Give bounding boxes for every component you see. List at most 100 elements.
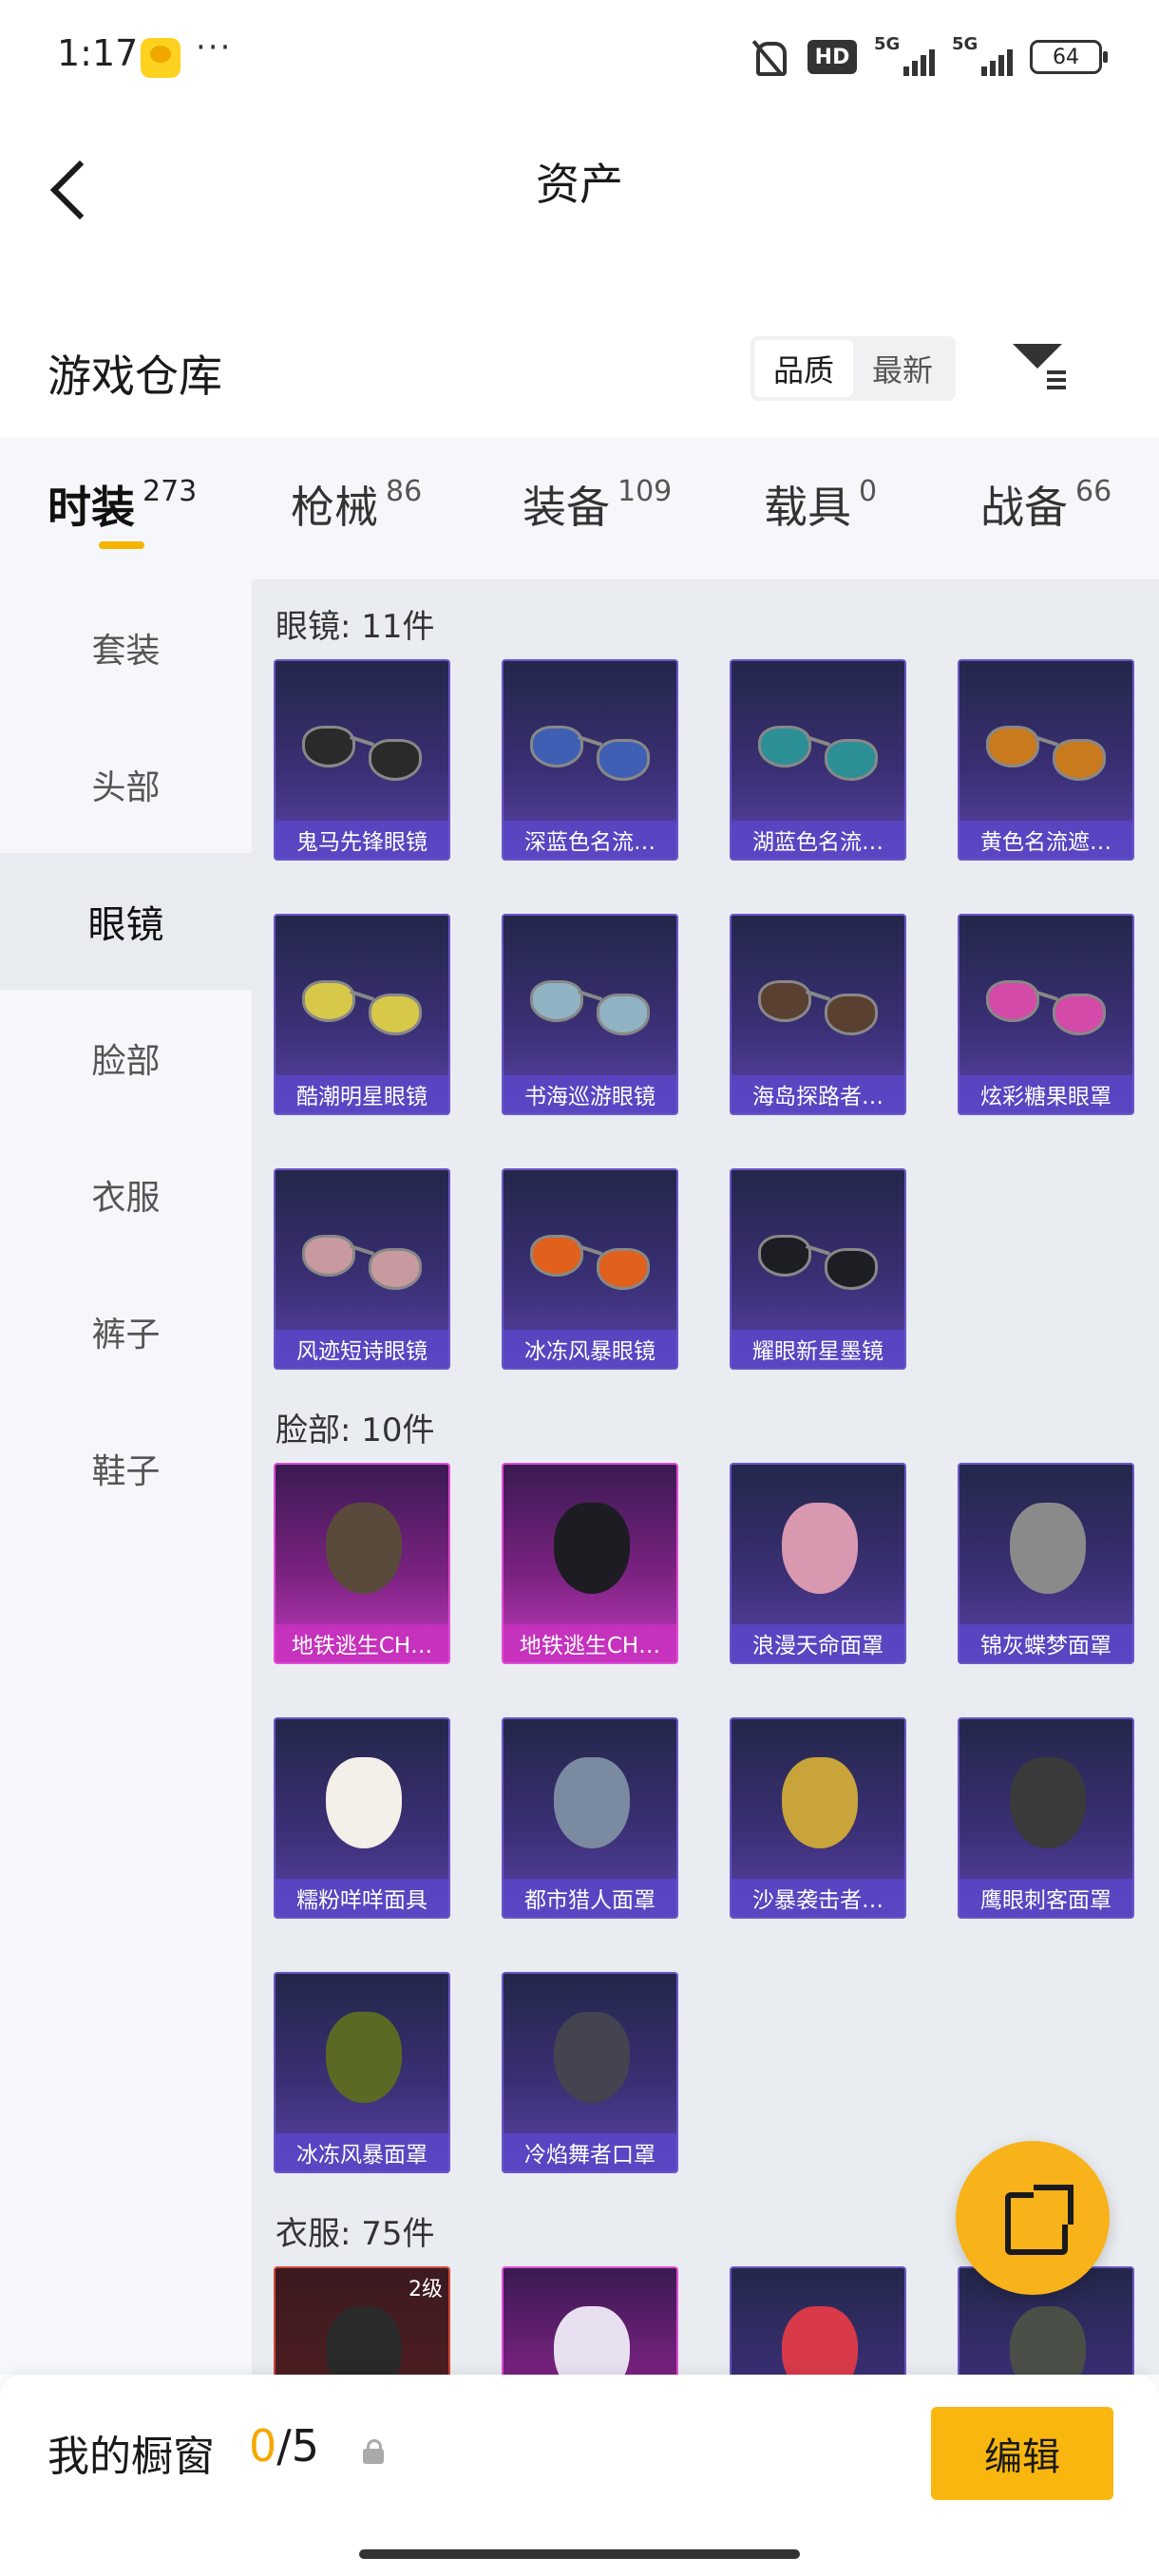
tab-count: 66 (1075, 475, 1112, 508)
item-name: 耀眼新星墨镜 (732, 1330, 904, 1368)
mask-icon (316, 1493, 411, 1607)
item-name: 海岛探路者… (732, 1075, 904, 1113)
item-name: 沙暴袭击者… (732, 1879, 904, 1917)
item-card[interactable]: 锦灰蝶梦面罩 (958, 1463, 1134, 1664)
tab-count: 273 (142, 475, 198, 508)
item-card[interactable]: 都市猎人面罩 (502, 1717, 678, 1919)
edit-button[interactable]: 编辑 (931, 2407, 1113, 2500)
item-name: 鬼马先锋眼镜 (276, 821, 448, 859)
sidebar-item-glasses[interactable]: 眼镜 (0, 853, 252, 990)
item-card[interactable]: 书海巡游眼镜 (502, 914, 678, 1115)
sidebar-item-face[interactable]: 脸部 (0, 990, 252, 1127)
item-name: 都市猎人面罩 (504, 1879, 676, 1917)
item-card[interactable] (502, 2266, 678, 2375)
page-title: 资产 (536, 159, 623, 210)
sort-newest-button[interactable]: 最新 (853, 340, 952, 397)
app-notification-icon (141, 38, 180, 78)
item-card[interactable]: 浪漫天命面罩 (730, 1463, 906, 1664)
outfit-icon (1000, 2297, 1095, 2375)
sidebar: 套装 头部 眼镜 脸部 衣服 裤子 鞋子 (0, 579, 252, 2375)
item-card[interactable]: 黄色名流遮… (958, 659, 1134, 861)
item-card[interactable]: 深蓝色名流… (502, 659, 678, 861)
item-name: 糯粉咩咩面具 (276, 1879, 448, 1917)
item-card[interactable]: 海岛探路者… (730, 914, 906, 1115)
item-card[interactable]: 2级 (274, 2266, 450, 2375)
item-card[interactable]: 冷焰舞者口罩 (502, 1972, 678, 2173)
hd-icon: HD (808, 40, 857, 74)
tab-label: 战备 (980, 482, 1068, 533)
tab-fashion[interactable]: 时装 273 (48, 473, 197, 536)
group-title-face: 脸部: 10件 (276, 1411, 435, 1449)
outfit-icon (544, 2297, 639, 2375)
group-title-clothes: 衣服: 75件 (276, 2215, 435, 2253)
sidebar-item-pants[interactable]: 裤子 (0, 1263, 252, 1400)
tab-count: 109 (618, 475, 673, 508)
filter-icon[interactable] (1009, 338, 1070, 395)
item-name: 冰冻风暴面罩 (276, 2133, 448, 2171)
status-time: 1:17 (57, 32, 139, 74)
item-card[interactable]: 冰冻风暴面罩 (274, 1972, 450, 2173)
item-card[interactable] (730, 2266, 906, 2375)
glasses-icon (300, 1225, 428, 1292)
item-card[interactable]: 冰冻风暴眼镜 (502, 1168, 678, 1370)
network-label: 5G (952, 34, 978, 54)
mask-icon (316, 1748, 411, 1862)
item-card[interactable]: 风迹短诗眼镜 (274, 1168, 450, 1370)
sidebar-item-clothes[interactable]: 衣服 (0, 1127, 252, 1263)
glasses-icon (300, 971, 428, 1037)
home-indicator (359, 2549, 800, 2559)
item-level-badge: 2级 (408, 2278, 443, 2301)
showcase-count-current: 0 (249, 2420, 277, 2472)
item-name: 冷焰舞者口罩 (504, 2133, 676, 2171)
item-card[interactable]: 糯粉咩咩面具 (274, 1717, 450, 1919)
tab-firearms[interactable]: 枪械 86 (291, 473, 422, 536)
item-name: 炫彩糖果眼罩 (960, 1075, 1132, 1113)
outfit-icon (316, 2297, 411, 2375)
item-name: 地铁逃生CH… (276, 1624, 448, 1662)
item-card[interactable]: 湖蓝色名流… (730, 659, 906, 861)
glasses-icon (756, 971, 884, 1037)
item-name: 风迹短诗眼镜 (276, 1330, 448, 1368)
tab-equipment[interactable]: 装备 109 (522, 473, 672, 536)
tab-vehicles[interactable]: 载具 0 (764, 473, 877, 536)
item-name: 冰冻风暴眼镜 (504, 1330, 676, 1368)
showcase-count-total: /5 (276, 2420, 320, 2472)
share-button[interactable] (956, 2141, 1110, 2295)
sort-quality-button[interactable]: 品质 (754, 340, 853, 397)
item-card[interactable]: 鹰眼刺客面罩 (958, 1717, 1134, 1919)
sidebar-item-outfit[interactable]: 套装 (0, 579, 252, 716)
warehouse-title: 游戏仓库 (48, 350, 222, 402)
item-name: 酷潮明星眼镜 (276, 1075, 448, 1113)
item-card[interactable]: 沙暴袭击者… (730, 1717, 906, 1919)
sidebar-item-head[interactable]: 头部 (0, 716, 252, 853)
mask-icon (544, 1493, 639, 1607)
mask-icon (544, 2002, 639, 2116)
item-name: 鹰眼刺客面罩 (960, 1879, 1132, 1917)
glasses-icon (984, 971, 1112, 1037)
item-grid: 眼镜: 11件 鬼马先锋眼镜 深蓝色名流… 湖蓝色名流… 黄色名流遮… 酷潮明星眼镜 书海… (252, 579, 1159, 2375)
mask-icon (1000, 1748, 1095, 1862)
signal-icon: 5G (874, 34, 935, 76)
item-card[interactable]: 地铁逃生CH… (502, 1463, 678, 1664)
item-name: 地铁逃生CH… (504, 1624, 676, 1662)
item-card[interactable]: 耀眼新星墨镜 (730, 1168, 906, 1370)
mask-icon (772, 1748, 867, 1862)
glasses-icon (984, 716, 1112, 783)
network-label: 5G (874, 34, 901, 54)
active-tab-indicator (99, 541, 144, 549)
item-card[interactable]: 鬼马先锋眼镜 (274, 659, 450, 861)
mask-icon (1000, 1493, 1095, 1607)
item-name: 书海巡游眼镜 (504, 1075, 676, 1113)
sidebar-item-shoes[interactable]: 鞋子 (0, 1400, 252, 1537)
tab-label: 时装 (48, 482, 135, 533)
tab-label: 装备 (522, 482, 610, 533)
mask-icon (316, 2002, 411, 2116)
tab-combat-supplies[interactable]: 战备 66 (980, 473, 1112, 536)
outfit-icon (772, 2297, 867, 2375)
tab-label: 枪械 (291, 482, 378, 533)
glasses-icon (300, 716, 428, 783)
item-card[interactable]: 酷潮明星眼镜 (274, 914, 450, 1115)
item-card[interactable]: 地铁逃生CH… (274, 1463, 450, 1664)
signal-icon: 5G (952, 34, 1013, 76)
item-card[interactable]: 炫彩糖果眼罩 (958, 914, 1134, 1115)
